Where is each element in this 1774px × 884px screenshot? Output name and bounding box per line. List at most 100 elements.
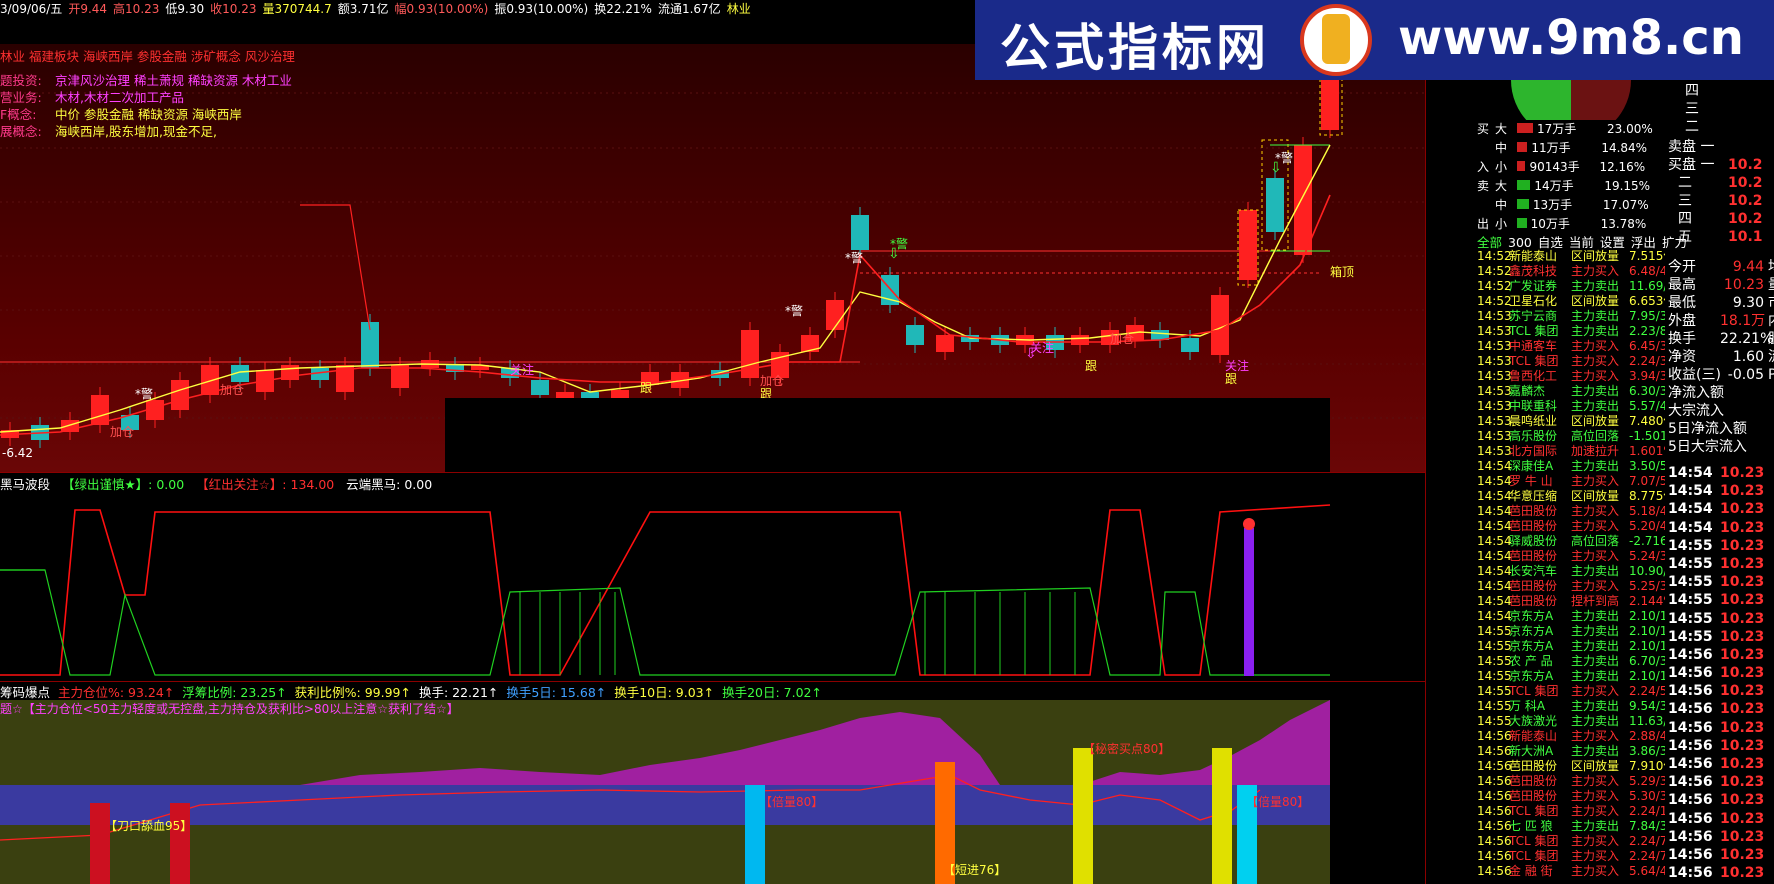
tick-row: 14:56 10.23 bbox=[1668, 791, 1774, 809]
tape-action: 主力卖出 bbox=[1571, 669, 1620, 683]
tape-time: 14:53 bbox=[1477, 444, 1512, 458]
flow-size: 大 bbox=[1495, 179, 1508, 193]
tape-row[interactable]: 14:53嘉麟杰 主力卖出 6.30/30 bbox=[1477, 384, 1665, 399]
tape-value: 3.50/58 bbox=[1629, 459, 1665, 473]
tape-row[interactable]: 14:53TCL 集团主力卖出 2.23/86 bbox=[1477, 324, 1665, 339]
tape-row[interactable]: 14:55京东方A 主力卖出 2.10/10 bbox=[1477, 669, 1665, 684]
category-row: 展概念: 海峡西岸,股东增加,现金不足, bbox=[0, 121, 217, 140]
oscillator-title: 黑马波段 bbox=[0, 477, 51, 492]
tape-row[interactable]: 14:53高乐股份高位回落 -1.501% bbox=[1477, 429, 1665, 444]
heatmap-stat: 浮筹比例: 23.25↑ bbox=[182, 685, 287, 700]
tick-price: 10.23 bbox=[1720, 537, 1765, 554]
tape-stock-name: 嘉麟杰 bbox=[1509, 384, 1546, 398]
candle-body bbox=[1181, 338, 1199, 352]
tape-row[interactable]: 14:53中通客车主力买入 6.45/30 bbox=[1477, 339, 1665, 354]
tape-row[interactable]: 14:54芭田股份主力买入 5.24/35 bbox=[1477, 549, 1665, 564]
tape-tab[interactable]: 当前 bbox=[1569, 235, 1594, 250]
tape-row[interactable]: 14:55万 科A 主力卖出 9.54/32 bbox=[1477, 699, 1665, 714]
tape-row[interactable]: 14:54长安汽车主力卖出 10.90/3 bbox=[1477, 564, 1665, 579]
tape-stock-name: 苏宁云商 bbox=[1509, 309, 1558, 323]
tape-row[interactable]: 14:54芭田股份主力买入 5.20/40 bbox=[1477, 519, 1665, 534]
heatmap-marker-label: 【短进76】 bbox=[943, 863, 1006, 877]
tape-stock-name: 芭田股份 bbox=[1509, 594, 1558, 608]
tape-row[interactable]: 14:56芭田股份主力买入 5.30/35 bbox=[1477, 789, 1665, 804]
tape-row[interactable]: 14:54芭田股份主力买入 5.25/33 bbox=[1477, 579, 1665, 594]
tape-row[interactable]: 14:54驿威股份高位回落 -2.716% bbox=[1477, 534, 1665, 549]
flow-volume: 14万手 bbox=[1534, 179, 1574, 193]
tape-row[interactable]: 14:54华意压缩区间放量 8.775倍 bbox=[1477, 489, 1665, 504]
tape-action: 主力卖出 bbox=[1571, 624, 1620, 638]
stat-row: 收益(三) -0.05 P bbox=[1668, 366, 1774, 384]
tape-row[interactable]: 14:54京东方A 主力卖出 2.10/10 bbox=[1477, 609, 1665, 624]
tape-time: 14:55 bbox=[1477, 654, 1512, 668]
tape-tab[interactable]: 300 bbox=[1508, 235, 1532, 250]
order-book-level: 二 bbox=[1678, 175, 1692, 191]
tape-row[interactable]: 14:52新能泰山区间放量 7.515倍 bbox=[1477, 249, 1665, 264]
order-book-level: 四 bbox=[1678, 211, 1692, 227]
tape-row[interactable]: 14:52卫星石化区间放量 6.653倍 bbox=[1477, 294, 1665, 309]
tape-row[interactable]: 14:54罗 牛 山 主力买入 7.07/50 bbox=[1477, 474, 1665, 489]
tape-row[interactable]: 14:53苏宁云商主力卖出 7.95/35 bbox=[1477, 309, 1665, 324]
tape-time: 14:54 bbox=[1477, 609, 1512, 623]
tick-list[interactable]: 14:54 10.23 14:54 10.23 14:54 10.23 14:54 10.23… bbox=[1668, 464, 1774, 882]
tape-row[interactable]: 14:56新能泰山主力买入 2.88/40 bbox=[1477, 729, 1665, 744]
tape-row[interactable]: 14:56TCL 集团主力买入 2.24/70 bbox=[1477, 849, 1665, 864]
flow-pct: 19.15% bbox=[1604, 179, 1651, 193]
tape-value: 2.24/70 bbox=[1629, 849, 1665, 863]
tape-row[interactable]: 14:53鲁西化工主力买入 3.94/32 bbox=[1477, 369, 1665, 384]
stat-extra: 均 bbox=[1768, 259, 1774, 275]
tape-time: 14:56 bbox=[1477, 729, 1512, 743]
tape-action: 主力买入 bbox=[1571, 864, 1620, 878]
tape-row[interactable]: 14:52广发证券主力卖出 11.69/6 bbox=[1477, 279, 1665, 294]
tape-stock-name: 万 科A bbox=[1509, 699, 1546, 713]
tape-row[interactable]: 14:56TCL 集团主力买入 2.24/70 bbox=[1477, 834, 1665, 849]
tape-row[interactable]: 14:53TCL 集团主力买入 2.24/30 bbox=[1477, 354, 1665, 369]
tape-row[interactable]: 14:55农 产 品 主力卖出 6.70/33 bbox=[1477, 654, 1665, 669]
tick-time: 14:55 bbox=[1668, 628, 1713, 645]
tape-action: 主力卖出 bbox=[1571, 744, 1620, 758]
tape-row[interactable]: 14:53晨鸣纸业区间放量 7.480倍 bbox=[1477, 414, 1665, 429]
tape-stock-name: TCL 集团 bbox=[1509, 834, 1559, 848]
tape-row[interactable]: 14:53中联重科主力卖出 5.57/45 bbox=[1477, 399, 1665, 414]
tape-row[interactable]: 14:56七 匹 狼 主力卖出 7.84/33 bbox=[1477, 819, 1665, 834]
market-tape[interactable]: 14:52新能泰山区间放量7.515倍14:52鑫茂科技主力买入6.48/401… bbox=[1477, 249, 1665, 879]
tape-value: -2.716% bbox=[1629, 534, 1665, 548]
tape-row[interactable]: 14:54芭田股份主力买入 5.18/40 bbox=[1477, 504, 1665, 519]
tape-value: 7.480倍 bbox=[1629, 414, 1665, 428]
tape-time: 14:53 bbox=[1477, 429, 1512, 443]
tape-tab[interactable]: 设置 bbox=[1600, 235, 1625, 250]
tape-row[interactable]: 14:53北方国际加速拉升 1.601% bbox=[1477, 444, 1665, 459]
tape-row[interactable]: 14:56芭田股份主力买入 5.29/30 bbox=[1477, 774, 1665, 789]
tape-stock-name: 京东方A bbox=[1509, 669, 1554, 683]
tape-value: 5.25/33 bbox=[1629, 579, 1665, 593]
tape-action: 主力卖出 bbox=[1571, 714, 1620, 728]
signal-arrow-icon: ⇩ bbox=[888, 246, 900, 262]
tick-price: 10.23 bbox=[1720, 483, 1765, 500]
tape-row[interactable]: 14:55大族激光主力卖出 11.63/3 bbox=[1477, 714, 1665, 729]
flow-row: 买大 17万手 23.00% bbox=[1477, 120, 1665, 139]
tape-time: 14:54 bbox=[1477, 594, 1512, 608]
tape-tab[interactable]: 浮出 bbox=[1631, 235, 1656, 250]
tape-row[interactable]: 14:55京东方A 主力卖出 2.10/10 bbox=[1477, 639, 1665, 654]
tape-row[interactable]: 14:52鑫茂科技主力买入 6.48/40 bbox=[1477, 264, 1665, 279]
stat-value: -0.05 bbox=[1727, 367, 1764, 383]
tape-row[interactable]: 14:54芭田股份捏杆到高 2.144% bbox=[1477, 594, 1665, 609]
tape-row[interactable]: 14:55TCL 集团主力买入 2.24/50 bbox=[1477, 684, 1665, 699]
tape-tab[interactable]: 自选 bbox=[1538, 235, 1563, 250]
tick-time: 14:55 bbox=[1668, 555, 1713, 572]
oscillator-green-line bbox=[0, 569, 1330, 676]
order-book: 卖盘 一买盘 一 10.2 二 10.2 三 10.2 四 10.2 五 10.1 bbox=[1668, 138, 1774, 246]
tape-tab[interactable]: 全部 bbox=[1477, 235, 1502, 250]
stat-extra: 市 bbox=[1768, 295, 1774, 311]
tape-row[interactable]: 14:56新大洲A 主力卖出 3.86/30 bbox=[1477, 744, 1665, 759]
stat-row: 5日净流入额 bbox=[1668, 420, 1774, 438]
stat-key: 净资 bbox=[1668, 349, 1696, 365]
tape-row[interactable]: 14:54深康佳A 主力卖出 3.50/58 bbox=[1477, 459, 1665, 474]
tick-row: 14:54 10.23 bbox=[1668, 500, 1774, 518]
tape-row[interactable]: 14:56芭田股份区间放量 7.910倍 bbox=[1477, 759, 1665, 774]
tape-row[interactable]: 14:56TCL 集团主力买入 2.24/11 bbox=[1477, 804, 1665, 819]
tape-action: 主力买入 bbox=[1571, 354, 1620, 368]
tape-row[interactable]: 14:56金 融 街 主力买入 5.64/40 bbox=[1477, 864, 1665, 879]
tape-row[interactable]: 14:55京东方A 主力卖出 2.10/10 bbox=[1477, 624, 1665, 639]
tape-action: 主力买入 bbox=[1571, 849, 1620, 863]
